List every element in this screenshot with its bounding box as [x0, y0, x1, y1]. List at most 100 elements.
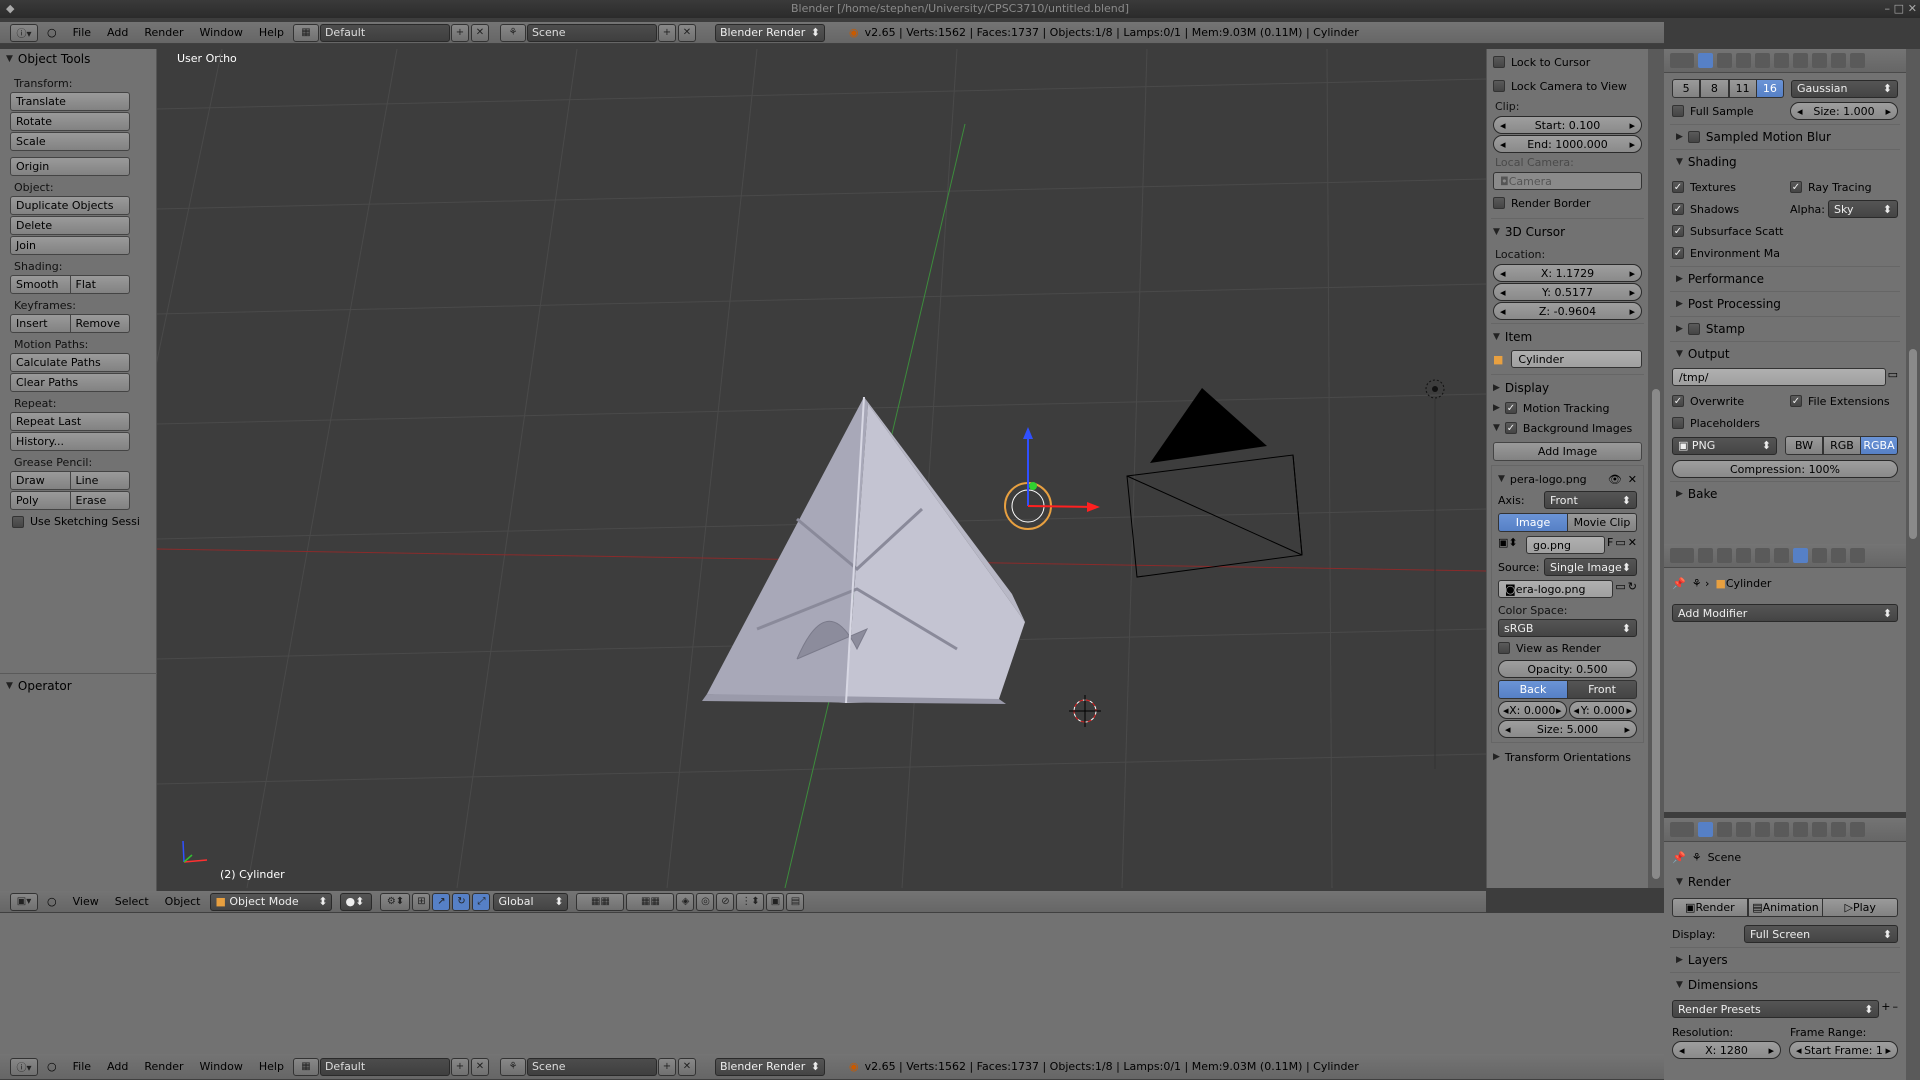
clear-paths-button[interactable]: Clear Paths	[10, 373, 130, 392]
insert-key-button[interactable]: Insert	[10, 314, 71, 333]
render-still-icon[interactable]: ▣	[766, 892, 785, 911]
alpha-select[interactable]: Sky ⬍	[1828, 200, 1898, 218]
remove-image-icon[interactable]: ✕	[1628, 473, 1637, 486]
folder-browse-icon[interactable]: ▭	[1888, 368, 1898, 386]
display-select[interactable]: Full Screen ⬍	[1744, 925, 1898, 943]
add-image-button[interactable]: Add Image	[1493, 442, 1642, 461]
render-header[interactable]: ▼ Render	[1664, 872, 1906, 892]
eye-icon[interactable]: 👁	[1608, 473, 1622, 486]
render-engine-select[interactable]: Blender Render ⬍	[714, 23, 825, 42]
material-tab-icon[interactable]	[1831, 548, 1846, 563]
sampled-mb-header[interactable]: ▶ Sampled Motion Blur	[1664, 127, 1906, 147]
object-tools-header[interactable]: ▼ Object Tools	[0, 49, 156, 69]
lamp-object[interactable]	[1425, 379, 1445, 769]
menu-window[interactable]: Window	[192, 1060, 251, 1073]
fake-user-button[interactable]: F	[1607, 536, 1613, 554]
render-tab-icon[interactable]	[1698, 548, 1713, 563]
axis-select[interactable]: Front ⬍	[1544, 491, 1637, 509]
offset-y-field[interactable]: ◂ Y: 0.000 ▸	[1568, 701, 1637, 719]
shadows-checkbox[interactable]: ✓	[1672, 203, 1684, 215]
cursor-y-field[interactable]: ◂ Y: 0.5177 ▸	[1493, 283, 1642, 301]
scene-icon[interactable]: ⚘	[499, 23, 526, 42]
front-toggle[interactable]: Front	[1568, 680, 1637, 699]
add-scene-icon[interactable]: +	[657, 23, 676, 42]
remove-preset-icon[interactable]: –	[1893, 1000, 1899, 1018]
world-tab-icon[interactable]	[1736, 822, 1751, 837]
color-space-select[interactable]: sRGB ⬍	[1498, 619, 1637, 637]
resolution-x-field[interactable]: ◂ X: 1280 ▸	[1672, 1041, 1781, 1059]
placeholders-checkbox[interactable]	[1672, 417, 1684, 429]
transform-orientations-header[interactable]: ▶ Transform Orientations	[1487, 747, 1648, 767]
object-tab-icon[interactable]	[1755, 822, 1770, 837]
collapse-icon[interactable]: ○	[39, 1060, 65, 1073]
full-sample-checkbox[interactable]	[1672, 105, 1684, 117]
menu-add[interactable]: Add	[99, 1060, 136, 1073]
output-header[interactable]: ▼ Output	[1664, 344, 1906, 364]
menu-view[interactable]: View	[65, 895, 107, 908]
add-preset-icon[interactable]: +	[1881, 1000, 1890, 1018]
layout-icon[interactable]: ▦	[292, 1057, 319, 1076]
overwrite-checkbox[interactable]: ✓	[1672, 395, 1684, 407]
editor-type-icon[interactable]: ▣▾	[10, 892, 38, 911]
expand-triangle-icon[interactable]: ▼	[1498, 474, 1505, 484]
cursor-z-field[interactable]: ◂ Z: -0.9604 ▸	[1493, 302, 1642, 320]
menu-help[interactable]: Help	[251, 26, 292, 39]
editor-type-icon[interactable]	[1670, 822, 1694, 837]
modifier-tab-icon[interactable]	[1793, 822, 1808, 837]
offset-x-field[interactable]: ◂ X: 0.000 ▸	[1498, 701, 1567, 719]
3d-viewport[interactable]: User Ortho (2) Cylinder	[157, 49, 1486, 888]
add-layout-icon[interactable]: +	[450, 23, 469, 42]
timeline-area[interactable]	[0, 913, 1664, 1059]
erase-button[interactable]: Erase	[70, 491, 130, 510]
item-name-field[interactable]: Cylinder	[1511, 350, 1642, 368]
scale-button[interactable]: Scale	[10, 132, 130, 151]
snap-target-icon[interactable]: ⋮⬍	[736, 892, 765, 911]
remove-layout-icon[interactable]: ✕	[470, 1057, 489, 1076]
remove-key-button[interactable]: Remove	[70, 314, 130, 333]
world-tab-icon[interactable]	[1736, 53, 1751, 68]
orientation-select[interactable]: Global ⬍	[493, 892, 569, 911]
file-browse-icon[interactable]: ▭	[1615, 580, 1625, 598]
sample-5[interactable]: 5	[1672, 79, 1701, 98]
editor-type-icon[interactable]	[1670, 548, 1694, 563]
scene-icon[interactable]: ⚘	[499, 1057, 526, 1076]
duplicate-button[interactable]: Duplicate Objects	[10, 196, 130, 215]
translate-button[interactable]: Translate	[10, 92, 130, 111]
format-select[interactable]: ▣ PNG ⬍	[1672, 436, 1777, 455]
viewport-canvas[interactable]	[157, 49, 1486, 888]
snap-icon[interactable]: ⊘	[716, 892, 735, 911]
3d-cursor[interactable]	[1069, 695, 1101, 727]
env-checkbox[interactable]: ✓	[1672, 247, 1684, 259]
view-as-render-checkbox[interactable]	[1498, 642, 1510, 654]
shading-select[interactable]: ●⬍	[340, 892, 373, 911]
origin-button[interactable]: Origin	[10, 157, 130, 176]
scene-field[interactable]: Scene	[526, 1057, 657, 1076]
cursor-x-field[interactable]: ◂ X: 1.1729 ▸	[1493, 264, 1642, 282]
render-border-checkbox[interactable]	[1493, 197, 1505, 209]
post-processing-header[interactable]: ▶ Post Processing	[1664, 294, 1906, 314]
draw-button[interactable]: Draw	[10, 471, 71, 490]
data-tab-icon[interactable]	[1812, 822, 1827, 837]
mode-select[interactable]: ■ Object Mode ⬍	[210, 892, 333, 911]
sample-8[interactable]: 8	[1700, 79, 1729, 98]
render-button[interactable]: ▣ Render	[1672, 898, 1748, 917]
image-browse-icon[interactable]: ▣⬍	[1498, 536, 1524, 554]
tab-image[interactable]: Image	[1498, 513, 1568, 532]
play-button[interactable]: ▷ Play	[1823, 898, 1899, 917]
rotate-manip-icon[interactable]: ↻	[452, 892, 471, 911]
motion-tracking-header[interactable]: ▶ ✓ Motion Tracking	[1487, 398, 1648, 418]
data-tab-icon[interactable]	[1812, 53, 1827, 68]
filter-select[interactable]: Gaussian ⬍	[1791, 79, 1898, 98]
bg-size-field[interactable]: ◂ Size: 5.000 ▸	[1498, 720, 1637, 738]
add-modifier-select[interactable]: Add Modifier ⬍	[1672, 604, 1898, 622]
menu-object[interactable]: Object	[157, 895, 209, 908]
collapse-icon[interactable]: ○	[39, 26, 65, 39]
local-camera-field[interactable]: ◘ Camera	[1493, 172, 1642, 190]
pin-icon[interactable]: 📌	[1672, 577, 1686, 590]
lock-camera-checkbox[interactable]	[1493, 80, 1505, 92]
start-frame-field[interactable]: ◂ Start Frame: 1 ▸	[1789, 1041, 1898, 1059]
operator-header[interactable]: ▼ Operator	[0, 676, 72, 696]
texture-tab-icon[interactable]	[1850, 822, 1865, 837]
material-tab-icon[interactable]	[1831, 822, 1846, 837]
open-folder-icon[interactable]: ▭	[1615, 536, 1625, 554]
